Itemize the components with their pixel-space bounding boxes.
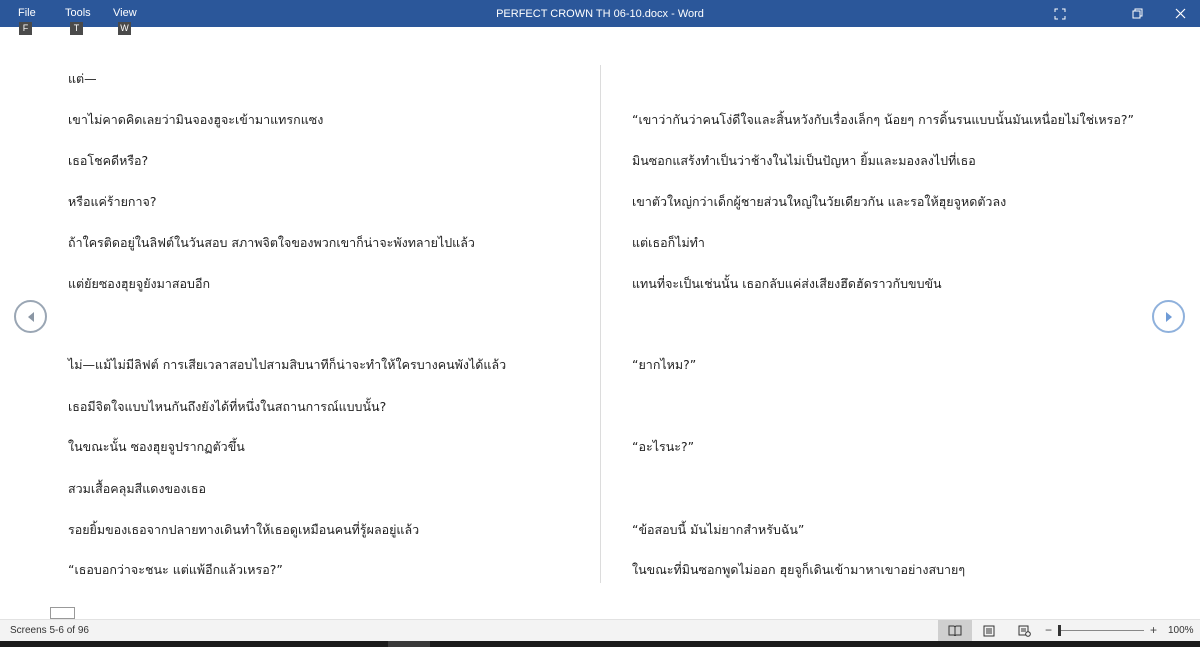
title-bar: File Tools View PERFECT CROWN TH 06-10.d… xyxy=(0,0,1200,27)
paragraph: เธอโชคดีหรือ? xyxy=(68,153,149,168)
page-right: “เขาว่ากันว่าคนโง่ดีใจและสิ้นหวังกับเรื่… xyxy=(632,27,1152,607)
keytip-view: W xyxy=(118,22,131,35)
paragraph: “ยากไหม?” xyxy=(632,357,697,372)
page-thumbnail[interactable] xyxy=(50,607,75,619)
paragraph: แต่ยัยซองฮุยจูยังมาสอบอีก xyxy=(68,276,211,291)
paragraph: “เขาว่ากันว่าคนโง่ดีใจและสิ้นหวังกับเรื่… xyxy=(632,112,1134,127)
zoom-level[interactable]: 100% xyxy=(1168,625,1194,636)
zoom-slider-thumb[interactable] xyxy=(1058,625,1061,636)
close-icon xyxy=(1175,8,1185,19)
paragraph: เขาไม่คาดคิดเลยว่ามินจองฮูจะเข้ามาแทรกแซ… xyxy=(68,112,324,127)
close-button[interactable] xyxy=(1160,0,1200,27)
web-layout-button[interactable] xyxy=(1007,620,1041,641)
paragraph: เขาตัวใหญ่กว่าเด็กผู้ชายส่วนใหญ่ในวัยเดี… xyxy=(632,194,1007,209)
paragraph: แต่เธอก็ไม่ทำ xyxy=(632,235,705,250)
paragraph: ไม่—แม้ไม่มีลิฟต์ การเสียเวลาสอบไปสามสิบ… xyxy=(68,357,507,372)
page-left: แต่— เขาไม่คาดคิดเลยว่ามินจองฮูจะเข้ามาแ… xyxy=(68,27,588,607)
paragraph: “ข้อสอบนี้ มันไม่ยากสำหรับฉัน” xyxy=(632,522,805,537)
paragraph: ถ้าใครติดอยู่ในลิฟต์ในวันสอบ สภาพจิตใจขอ… xyxy=(68,235,475,250)
restore-icon xyxy=(1132,8,1143,18)
arrow-right-icon xyxy=(1165,311,1172,322)
taskbar xyxy=(0,641,1200,647)
book-icon xyxy=(948,625,962,636)
paragraph: รอยยิ้มของเธอจากปลายทางเดินทำให้เธอดูเหม… xyxy=(68,522,420,537)
paragraph: “อะไรนะ?” xyxy=(632,439,695,454)
screen-counter: Screens 5-6 of 96 xyxy=(10,625,89,636)
print-layout-button[interactable] xyxy=(972,620,1006,641)
next-screen-button[interactable] xyxy=(1152,300,1185,333)
page-divider xyxy=(600,65,601,583)
zoom-out-button[interactable]: − xyxy=(1045,623,1052,637)
paragraph: มินซอกแสร้งทำเป็นว่าช้างในไม่เป็นปัญหา ย… xyxy=(632,153,976,168)
paragraph: “เธอบอกว่าจะชนะ แต่แพ้อีกแล้วเหรอ?” xyxy=(68,562,283,577)
taskbar-active-app[interactable] xyxy=(388,641,430,647)
zoom-slider-track[interactable] xyxy=(1058,630,1144,631)
web-layout-icon xyxy=(1018,625,1031,637)
paragraph: หรือแค่ร้ายกาจ? xyxy=(68,194,157,209)
keytip-file: F xyxy=(19,22,32,35)
document-title: PERFECT CROWN TH 06-10.docx - Word xyxy=(496,8,704,20)
arrow-left-icon xyxy=(27,311,34,322)
paragraph: เธอมีจิตใจแบบไหนกันถึงยังได้ที่หนึ่งในสถ… xyxy=(68,399,387,414)
keytip-tools: T xyxy=(70,22,83,35)
paragraph: ในขณะที่มินซอกพูดไม่ออก ฮุยจูก็เดินเข้าม… xyxy=(632,562,966,577)
paragraph: ในขณะนั้น ซองฮุยจูปรากฏตัวขึ้น xyxy=(68,439,245,454)
previous-screen-button[interactable] xyxy=(14,300,47,333)
restore-button[interactable] xyxy=(1118,0,1158,27)
page-icon xyxy=(983,625,995,636)
zoom-in-button[interactable]: + xyxy=(1150,623,1157,637)
status-bar: Screens 5-6 of 96 − + 100% xyxy=(0,619,1200,641)
fullscreen-button[interactable] xyxy=(1040,0,1080,27)
paragraph: แทนที่จะเป็นเช่นนั้น เธอกลับแค่ส่งเสียงฮ… xyxy=(632,276,942,291)
paragraph: แต่— xyxy=(68,71,97,86)
read-mode-button[interactable] xyxy=(938,620,972,641)
paragraph: สวมเสื้อคลุมสีแดงของเธอ xyxy=(68,481,207,496)
fullscreen-icon xyxy=(1054,8,1066,19)
